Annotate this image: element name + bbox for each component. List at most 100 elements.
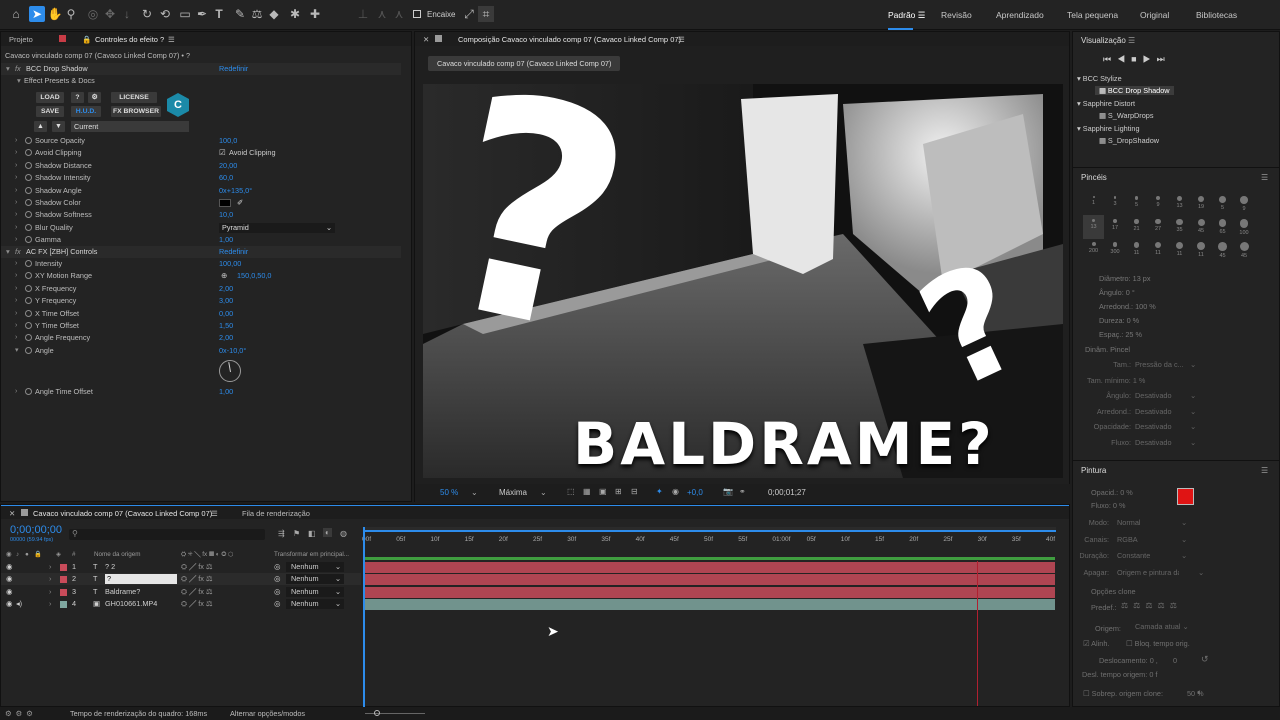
stopwatch-icon[interactable] [25, 309, 32, 317]
puppet-tool-icon[interactable]: ✚ [307, 6, 323, 22]
home-icon[interactable]: ⌂ [8, 6, 24, 22]
dynamics-dropdown[interactable]: Pressão da c... [1135, 360, 1197, 369]
layer-duration-bar[interactable] [364, 574, 1055, 586]
brush-angle[interactable]: Ângulo: 0 ° [1099, 286, 1156, 300]
offset-y-field[interactable]: 0 [1173, 656, 1177, 665]
paint-field-dropdown[interactable]: Origem e pintura da... [1117, 568, 1179, 577]
brush-preset[interactable]: 45 [1191, 215, 1212, 239]
snap-grid-icon[interactable]: ⌗ [478, 6, 494, 22]
expand-icon[interactable]: › [15, 234, 17, 246]
prev-frame-icon[interactable]: ◀ [1117, 54, 1131, 64]
parent-dropdown[interactable]: Nenhum ⌄ [286, 586, 344, 597]
param-value[interactable]: 0x+135,0° [219, 185, 252, 197]
parent-pickwhip-icon[interactable]: ◎ [274, 561, 280, 573]
chevron-down-icon[interactable]: ⌄ [1190, 438, 1196, 447]
brush-roundness[interactable]: Arredond.: 100 % [1099, 300, 1156, 314]
panel-menu-icon[interactable]: ☰ [1261, 466, 1268, 475]
status-icons[interactable]: ⚙⚙⚙ [5, 709, 37, 718]
layer-label-color[interactable] [60, 564, 67, 571]
stopwatch-icon[interactable] [25, 322, 32, 329]
pen-tool-icon[interactable]: ✒ [194, 6, 210, 22]
brush-preset[interactable]: 100 [1234, 215, 1255, 239]
param-value[interactable]: 100,0 [219, 135, 237, 147]
chevron-down-icon[interactable]: ⌄ [1181, 518, 1187, 527]
align-tool-icon[interactable]: ⊥ [355, 6, 371, 22]
parent-pickwhip-icon[interactable]: ◎ [274, 586, 280, 598]
fx-icon[interactable]: fx [15, 63, 21, 75]
chevron-down-icon[interactable]: ⌄ [1198, 568, 1204, 577]
snap-options-icon[interactable]: ⤢ [461, 6, 477, 22]
source-time-shift[interactable]: Desl. tempo origem: 0 f [1082, 670, 1157, 679]
orbit-tool-icon[interactable]: ◎ [85, 6, 101, 22]
dynamics-dropdown[interactable]: Desativado [1135, 391, 1197, 400]
parent-pickwhip-icon[interactable]: ◎ [274, 598, 280, 610]
layer-label-color[interactable] [60, 576, 67, 584]
parent-pickwhip-icon[interactable]: ◎ [274, 573, 280, 585]
viewer-timecode[interactable]: 0;00;01;27 [768, 488, 806, 497]
audio-icon[interactable]: ♪ [16, 549, 19, 560]
brush-preset[interactable]: 200 [1083, 238, 1104, 262]
tree-group[interactable]: ▾ Sapphire Distort [1077, 99, 1135, 108]
brush-diameter[interactable]: Diâmetro: 13 px [1099, 272, 1156, 286]
brush-preset[interactable]: 300 [1105, 238, 1126, 262]
license-button[interactable]: LICENSE [111, 92, 157, 103]
param-row[interactable]: › Blur Quality Pyramid ⌄ [1, 222, 401, 234]
paint-field-dropdown[interactable]: Normal [1117, 518, 1179, 527]
tab-close-square[interactable] [59, 35, 66, 42]
param-value[interactable]: 150,0,50,0 [237, 270, 272, 282]
preset-down-icon[interactable]: ▼ [52, 121, 65, 132]
brush-preset[interactable]: 11 [1191, 238, 1212, 262]
source-name-header[interactable]: Nome da origem [94, 549, 141, 560]
tree-group[interactable]: ▾ BCC Stylize [1077, 74, 1122, 83]
param-value[interactable]: 10,0 [219, 209, 233, 221]
comp-breadcrumb[interactable]: Cavaco vinculado comp 07 (Cavaco Linked … [428, 56, 621, 71]
layer-search-input[interactable]: ⚲ [69, 529, 265, 540]
snapshot-camera-icon[interactable]: 📷 [723, 487, 733, 496]
layer-duration-bar[interactable] [364, 599, 1055, 611]
param-value[interactable]: 0,00 [219, 308, 233, 320]
chevron-down-icon[interactable]: ⌄ [540, 488, 547, 497]
dynamics-row[interactable]: Arredond.: Desativado ⌄ [1073, 407, 1280, 419]
stopwatch-icon[interactable] [25, 272, 32, 280]
workspace-tab-bibliotecas[interactable]: Bibliotecas [1196, 10, 1237, 20]
param-row[interactable]: › Avoid Clipping ☑ Avoid Clipping [1, 147, 401, 159]
chevron-down-icon[interactable]: ⌄ [335, 587, 341, 597]
preset-up-icon[interactable]: ▲ [34, 121, 47, 132]
fx-browser-button[interactable]: FX BROWSER [111, 106, 161, 117]
expand-icon[interactable]: › [15, 135, 17, 147]
eye-icon[interactable]: ◉ [6, 561, 12, 573]
expand-icon[interactable]: ▾ [15, 345, 19, 357]
chevron-down-icon[interactable]: ⌄ [1181, 535, 1187, 544]
chevron-down-icon[interactable]: ⌄ [335, 562, 341, 572]
paint-field-row[interactable]: Canais: RGBA ⌄ [1073, 535, 1280, 547]
expand-icon[interactable]: › [15, 320, 17, 332]
fx-icon[interactable]: fx [15, 246, 21, 258]
chevron-down-icon[interactable]: ⌄ [471, 488, 478, 497]
rectangle-tool-icon[interactable]: ▭ [177, 6, 193, 22]
param-row[interactable]: › Angle Frequency 2,00 [1, 332, 401, 344]
audio-icon[interactable]: ◂) [16, 598, 22, 610]
color-swatch[interactable] [219, 199, 231, 207]
last-frame-icon[interactable]: ⏭ [1157, 54, 1171, 64]
clone-stamp-tool-icon[interactable]: ⚖ [249, 6, 265, 22]
param-value[interactable]: 1,00 [219, 386, 233, 398]
stopwatch-icon[interactable] [25, 137, 32, 144]
param-row[interactable]: › Intensity 100,00 [1, 258, 401, 270]
layer-switches-icon[interactable]: ⛭ ╱ fx ⚖ [181, 573, 212, 585]
grid-icon[interactable]: ⊟ [631, 487, 638, 496]
stopwatch-icon[interactable] [25, 199, 32, 206]
mask-icon[interactable]: ▣ [599, 487, 607, 496]
close-tab-icon[interactable]: ✕ [423, 35, 429, 44]
parent-dropdown[interactable]: Nenhum ⌄ [286, 562, 344, 572]
label-icon[interactable]: ◈ [56, 549, 61, 560]
paint-opacity[interactable]: Opacid.: 0 % [1091, 488, 1133, 497]
table-row[interactable]: ◉ ◂) › 4 ▣ GH010661.MP4 ⛭ ╱ fx ⚖ ◎ Nenhum ⌄ [1, 598, 361, 610]
brush-preset[interactable]: 1 [1083, 192, 1104, 216]
snap-checkbox[interactable] [413, 10, 421, 18]
stopwatch-icon[interactable] [25, 161, 32, 169]
stopwatch-icon[interactable] [25, 174, 32, 182]
brush-tool-icon[interactable]: ✎ [232, 6, 248, 22]
paint-field-row[interactable]: Apagar: Origem e pintura da... ⌄ [1073, 568, 1280, 580]
toggle-switches-modes[interactable]: Alternar opções/modos [230, 709, 305, 718]
zoom-level[interactable]: 50 % [440, 488, 458, 497]
